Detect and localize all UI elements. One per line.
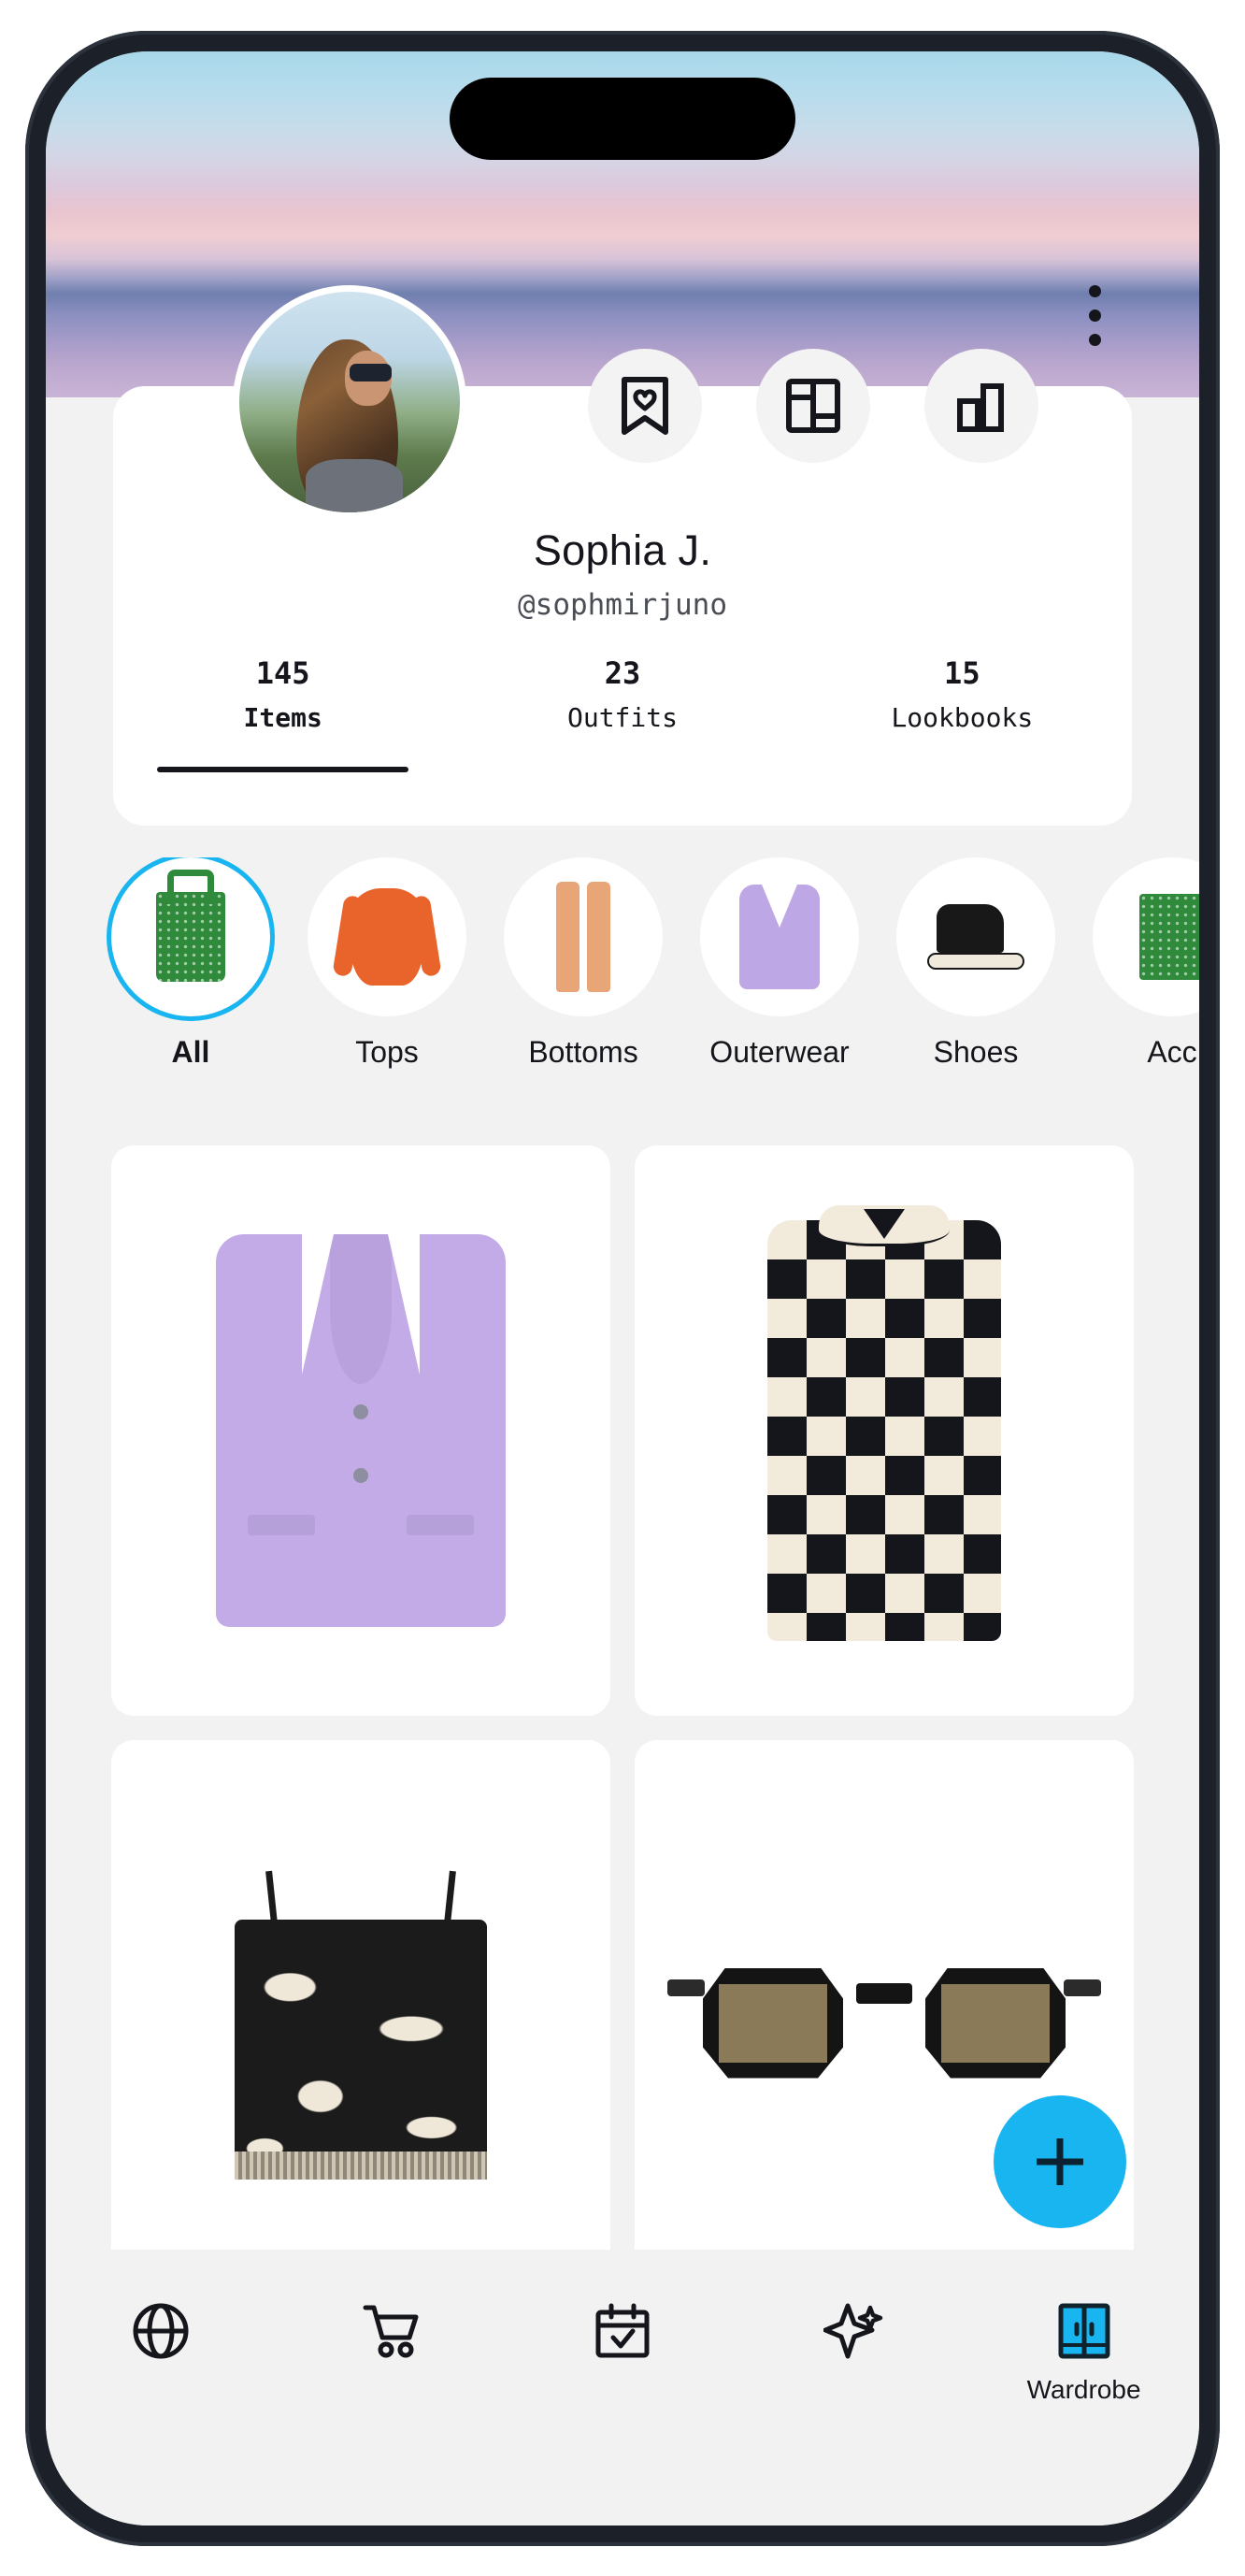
high-top-sneaker-icon — [927, 903, 1024, 970]
category-label: Outerwear — [709, 1034, 850, 1069]
profile-action-buttons — [588, 348, 1038, 463]
trousers-icon — [556, 881, 610, 992]
saved-button[interactable] — [588, 348, 702, 463]
bottom-navigation-bar: Wardrobe — [46, 2249, 1199, 2526]
zebra-camisole-image — [235, 1870, 487, 2180]
bookmark-heart-icon — [622, 376, 668, 435]
lilac-blazer-image — [216, 1233, 506, 1627]
category-label: Shoes — [933, 1034, 1019, 1069]
calendar-check-icon — [595, 2303, 650, 2357]
stat-items-value: 145 — [255, 655, 310, 691]
stat-outfits-value: 23 — [604, 655, 641, 691]
category-label: Acc — [1147, 1034, 1197, 1069]
category-chip-outerwear[interactable]: Outerwear — [700, 856, 859, 1070]
stat-outfits-label: Outfits — [566, 701, 678, 733]
phone-screen: Sophia J. @sophmirjuno 145 Items 23 Outf… — [46, 50, 1199, 2526]
add-item-button[interactable] — [994, 2094, 1126, 2228]
profile-stats: 145 Items 23 Outfits 15 Lookbooks — [113, 655, 1132, 772]
category-chip-shoes[interactable]: Shoes — [896, 856, 1055, 1070]
stat-lookbooks-label: Lookbooks — [891, 701, 1034, 733]
stat-lookbooks-value: 15 — [944, 655, 980, 691]
category-label: Tops — [355, 1034, 419, 1069]
category-chip-accessories[interactable]: Acc — [1093, 856, 1199, 1070]
stat-outfits[interactable]: 23 Outfits — [452, 655, 792, 772]
wardrobe-item-card[interactable] — [111, 1739, 610, 2310]
sparkle-icon — [823, 2303, 883, 2358]
nav-item-wardrobe[interactable]: Wardrobe — [968, 2302, 1199, 2405]
wardrobe-icon — [1058, 2303, 1110, 2358]
category-chip-tops[interactable]: Tops — [308, 856, 466, 1070]
nav-item-ai-stylist[interactable] — [737, 2302, 968, 2360]
nav-item-wardrobe-label: Wardrobe — [1026, 2374, 1141, 2404]
page-title: Sophia J. — [533, 525, 712, 574]
long-sleeve-top-icon — [351, 887, 423, 986]
plus-icon — [1037, 2137, 1083, 2185]
collage-button[interactable] — [756, 348, 870, 463]
nav-item-planner[interactable] — [508, 2302, 738, 2360]
nav-item-shop[interactable] — [277, 2302, 508, 2360]
category-label: All — [171, 1034, 210, 1069]
bar-chart-icon — [957, 382, 1004, 432]
stat-items[interactable]: 145 Items — [113, 655, 452, 772]
avatar[interactable] — [233, 284, 466, 519]
checkered-coat-image — [767, 1204, 1001, 1641]
shopping-cart-icon — [363, 2305, 419, 2357]
category-filter-strip[interactable]: All Tops Bottoms Outerwear Shoes Acc — [46, 856, 1199, 1070]
mesh-bag-icon — [156, 891, 225, 982]
stat-items-label: Items — [243, 701, 322, 733]
more-vertical-icon[interactable] — [1089, 284, 1101, 346]
stat-lookbooks[interactable]: 15 Lookbooks — [793, 655, 1132, 772]
dynamic-island — [450, 77, 795, 160]
category-label: Bottoms — [528, 1034, 638, 1069]
wardrobe-item-card[interactable] — [635, 1144, 1134, 1716]
wardrobe-item-card[interactable] — [111, 1144, 610, 1716]
globe-icon — [133, 2303, 189, 2358]
blazer-icon — [739, 884, 820, 989]
category-chip-bottoms[interactable]: Bottoms — [504, 856, 663, 1070]
sunglasses-image — [667, 1955, 1101, 2095]
nav-item-discover[interactable] — [46, 2302, 277, 2360]
category-chip-all[interactable]: All — [111, 856, 270, 1070]
phone-frame: Sophia J. @sophmirjuno 145 Items 23 Outf… — [25, 30, 1220, 2546]
profile-handle: @sophmirjuno — [518, 587, 727, 622]
accessories-icon — [1139, 893, 1199, 980]
layout-grid-icon — [786, 378, 840, 433]
wardrobe-item-grid — [111, 1144, 1134, 2310]
stats-button[interactable] — [924, 348, 1038, 463]
